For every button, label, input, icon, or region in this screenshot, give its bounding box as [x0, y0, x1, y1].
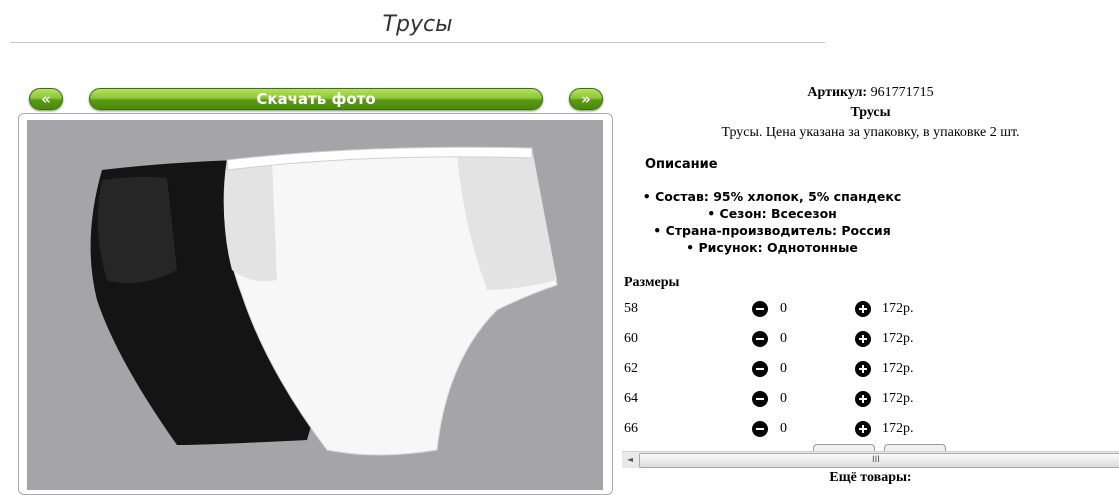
- description-heading: Описание: [645, 157, 718, 172]
- page-title: Трусы: [382, 12, 453, 37]
- scrollbar-thumb[interactable]: III: [639, 453, 1119, 468]
- more-products-heading: Ещё товары:: [829, 470, 912, 485]
- quantity-value: 0: [780, 301, 787, 316]
- plus-circle-icon[interactable]: [855, 301, 871, 317]
- size-row: 66 0 172р.: [624, 419, 1114, 441]
- sku-label: Артикул:: [807, 85, 868, 100]
- property-list: Состав: 95% хлопок, 5% спандекс Сезон: В…: [622, 188, 922, 256]
- size-row: 64 0 172р.: [624, 389, 1114, 411]
- horizontal-scrollbar[interactable]: ◄ III: [622, 451, 1119, 468]
- size-value: 64: [624, 391, 638, 406]
- download-photo-button[interactable]: Скачать фото: [89, 88, 543, 110]
- minus-circle-icon[interactable]: [752, 421, 768, 437]
- price-value: 172р.: [882, 301, 914, 316]
- property-item: Рисунок: Однотонные: [622, 239, 922, 256]
- sizes-heading: Размеры: [624, 275, 680, 290]
- plus-circle-icon[interactable]: [855, 391, 871, 407]
- next-photo-button[interactable]: »: [569, 88, 603, 110]
- size-row: 60 0 172р.: [624, 329, 1114, 351]
- product-name: Трусы: [850, 105, 891, 120]
- price-value: 172р.: [882, 391, 914, 406]
- property-item: Страна-производитель: Россия: [622, 222, 922, 239]
- title-divider: [10, 42, 825, 43]
- minus-circle-icon[interactable]: [752, 391, 768, 407]
- sku-line: Артикул: 961771715: [622, 85, 1119, 101]
- sku-value: 961771715: [870, 85, 934, 100]
- minus-circle-icon[interactable]: [752, 301, 768, 317]
- prev-photo-button[interactable]: «: [29, 88, 63, 110]
- scroll-left-icon[interactable]: ◄: [622, 452, 638, 468]
- plus-circle-icon[interactable]: [855, 361, 871, 377]
- size-value: 58: [624, 301, 638, 316]
- plus-circle-icon[interactable]: [855, 331, 871, 347]
- size-value: 62: [624, 361, 638, 376]
- minus-circle-icon[interactable]: [752, 331, 768, 347]
- product-photo: [27, 120, 603, 490]
- quantity-value: 0: [780, 331, 787, 346]
- size-value: 66: [624, 421, 638, 436]
- quantity-value: 0: [780, 361, 787, 376]
- quantity-value: 0: [780, 391, 787, 406]
- price-value: 172р.: [882, 331, 914, 346]
- property-item: Сезон: Всесезон: [622, 205, 922, 222]
- size-row: 58 0 172р.: [624, 299, 1114, 321]
- property-item: Состав: 95% хлопок, 5% спандекс: [622, 188, 922, 205]
- plus-circle-icon[interactable]: [855, 421, 871, 437]
- size-row: 62 0 172р.: [624, 359, 1114, 381]
- size-value: 60: [624, 331, 638, 346]
- price-value: 172р.: [882, 361, 914, 376]
- product-description: Трусы. Цена указана за упаковку, в упако…: [721, 125, 1020, 140]
- minus-circle-icon[interactable]: [752, 361, 768, 377]
- quantity-value: 0: [780, 421, 787, 436]
- price-value: 172р.: [882, 421, 914, 436]
- grip-icon: III: [872, 455, 880, 465]
